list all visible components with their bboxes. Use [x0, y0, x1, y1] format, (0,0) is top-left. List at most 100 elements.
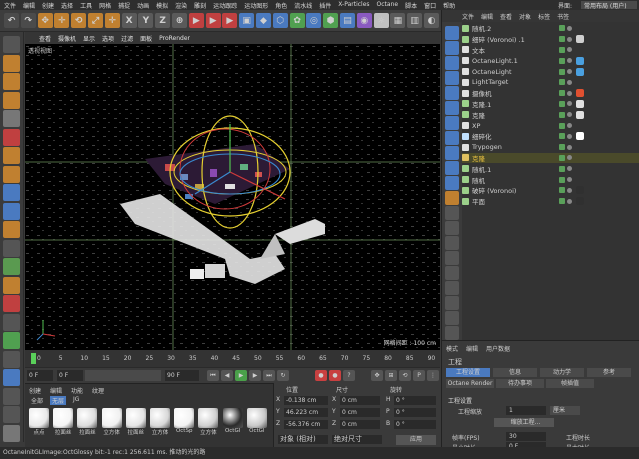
object-manager-tool-icon[interactable] — [445, 221, 459, 235]
menu-item[interactable]: X-Particles — [338, 1, 369, 10]
left-tool-icon[interactable] — [3, 54, 20, 72]
visibility-toggle[interactable] — [559, 144, 565, 151]
viewport[interactable]: 透视视图 网格间距 : 100 cm — [25, 44, 440, 350]
apply-button[interactable]: 应用 — [396, 435, 436, 445]
current-frame-field[interactable]: 0 F — [27, 370, 53, 381]
material-filter[interactable]: 全部 — [29, 396, 45, 405]
toolbar-icon[interactable]: ✛ — [104, 13, 120, 28]
left-tool-icon[interactable] — [3, 73, 20, 90]
visibility-toggle[interactable] — [559, 46, 565, 53]
menu-item[interactable]: 文件 — [4, 1, 16, 10]
left-tool-icon[interactable] — [3, 258, 20, 275]
material-tab[interactable]: 创建 — [29, 386, 41, 395]
render-toggle[interactable] — [567, 25, 572, 31]
left-tool-icon[interactable] — [3, 295, 20, 312]
menu-item[interactable]: 工具 — [80, 1, 92, 10]
object-manager-tool-icon[interactable] — [445, 56, 459, 70]
material-tab[interactable]: 编辑 — [50, 386, 62, 395]
toolbar-icon[interactable]: ▦ — [390, 13, 406, 28]
toolbar-icon[interactable]: ⬡ — [272, 13, 288, 28]
render-toggle[interactable] — [567, 101, 572, 107]
left-tool-icon[interactable] — [3, 128, 20, 146]
scale-field[interactable]: 1 — [506, 406, 546, 415]
toolbar-icon[interactable]: ◆ — [256, 13, 271, 28]
render-toggle[interactable] — [567, 69, 572, 75]
left-tool-icon[interactable] — [3, 221, 20, 238]
toolbar-icon[interactable]: Z — [155, 13, 171, 28]
object-tag[interactable] — [576, 35, 584, 44]
next-frame-button[interactable]: ▶ — [249, 370, 261, 381]
object-row[interactable]: 随机.2 — [462, 23, 639, 34]
menu-item[interactable]: Octane — [377, 1, 399, 10]
position-field[interactable]: 46.223 cm — [284, 408, 328, 417]
object-menu-item[interactable]: 查看 — [500, 12, 512, 21]
visibility-toggle[interactable] — [559, 36, 565, 43]
render-toggle[interactable] — [567, 187, 572, 193]
toolbar-icon[interactable]: ▥ — [407, 13, 423, 28]
object-manager-tool-icon[interactable] — [445, 161, 459, 175]
layout-select[interactable]: 常用布局 (用户) — [581, 1, 637, 10]
toolbar-icon[interactable]: ◉ — [356, 13, 372, 28]
left-tool-icon[interactable] — [3, 406, 20, 423]
render-toggle[interactable] — [567, 47, 572, 53]
object-manager-tool-icon[interactable] — [445, 311, 459, 325]
object-tag[interactable] — [576, 110, 584, 119]
object-row[interactable]: 随机.1 — [462, 163, 639, 174]
material-swatch[interactable]: 立方体 — [150, 408, 170, 438]
left-tool-icon[interactable] — [3, 387, 20, 405]
object-tag[interactable] — [576, 132, 584, 141]
object-row[interactable]: 细碎化 — [462, 131, 639, 142]
object-manager-tool-icon[interactable] — [445, 206, 459, 220]
render-toggle[interactable] — [567, 155, 572, 161]
object-row[interactable]: 平面 — [462, 196, 639, 207]
goto-end-button[interactable]: ⏭ — [263, 370, 275, 381]
toolbar-icon[interactable]: ◐ — [424, 13, 439, 28]
playhead[interactable] — [31, 353, 36, 364]
visibility-toggle[interactable] — [559, 100, 565, 107]
rotation-field[interactable]: 0 ° — [394, 420, 436, 429]
attribute-menu-item[interactable]: 模式 — [446, 344, 458, 353]
param-key-button[interactable]: P — [413, 370, 425, 381]
menu-item[interactable]: 角色 — [275, 1, 287, 10]
attribute-tab[interactable]: Octane Render — [446, 379, 494, 388]
prev-frame-button[interactable]: ◀ — [221, 370, 233, 381]
render-toggle[interactable] — [567, 79, 572, 85]
visibility-toggle[interactable] — [559, 187, 565, 194]
viewport-menu-item[interactable]: ProRender — [159, 35, 190, 42]
menu-item[interactable]: 窗口 — [424, 1, 436, 10]
visibility-toggle[interactable] — [559, 133, 565, 140]
viewport-menu-item[interactable]: 显示 — [83, 34, 95, 43]
material-filter[interactable]: JG — [71, 396, 81, 405]
toolbar-icon[interactable]: ⊕ — [172, 13, 187, 28]
object-manager-tool-icon[interactable] — [445, 281, 459, 295]
timeline[interactable]: 0 5 10 15 20 25 30 35 40 45 50 55 60 65 70 75 80 85 90 — [25, 350, 440, 367]
object-row[interactable]: 细碎 (Voronoi) .1 — [462, 34, 639, 45]
left-tool-icon[interactable] — [3, 424, 20, 442]
render-toggle[interactable] — [567, 166, 572, 172]
position-field[interactable]: -0.138 cm — [284, 396, 328, 405]
left-tool-icon[interactable] — [3, 369, 20, 386]
toolbar-icon[interactable]: ✥ — [37, 13, 53, 28]
render-toggle[interactable] — [567, 198, 572, 204]
material-swatch[interactable]: 拉面丝 — [53, 408, 74, 438]
scale-unit-select[interactable]: 厘米 — [550, 406, 580, 415]
visibility-toggle[interactable] — [559, 198, 565, 205]
object-row[interactable]: 克隆 — [462, 152, 639, 164]
toolbar-icon[interactable]: ⬢ — [323, 13, 339, 28]
attribute-tab[interactable]: 待办事项 — [496, 379, 544, 388]
scale-key-button[interactable]: ⊞ — [385, 370, 397, 381]
left-tool-icon[interactable] — [3, 313, 20, 331]
object-tag[interactable] — [576, 99, 584, 108]
menu-item[interactable]: 捕捉 — [118, 1, 130, 10]
object-manager-tool-icon[interactable] — [445, 146, 459, 160]
record-button[interactable]: ● — [315, 370, 327, 381]
visibility-toggle[interactable] — [559, 57, 565, 64]
material-swatch[interactable]: 点点 — [29, 408, 49, 438]
menu-item[interactable]: 运动图形 — [244, 1, 268, 10]
object-tag[interactable] — [576, 197, 584, 206]
render-toggle[interactable] — [567, 112, 572, 118]
menu-item[interactable]: 选择 — [61, 1, 73, 10]
scale-project-button[interactable]: 缩放工程... — [494, 418, 554, 427]
viewport-menu-item[interactable]: 查看 — [39, 34, 51, 43]
left-tool-icon[interactable] — [3, 276, 20, 294]
